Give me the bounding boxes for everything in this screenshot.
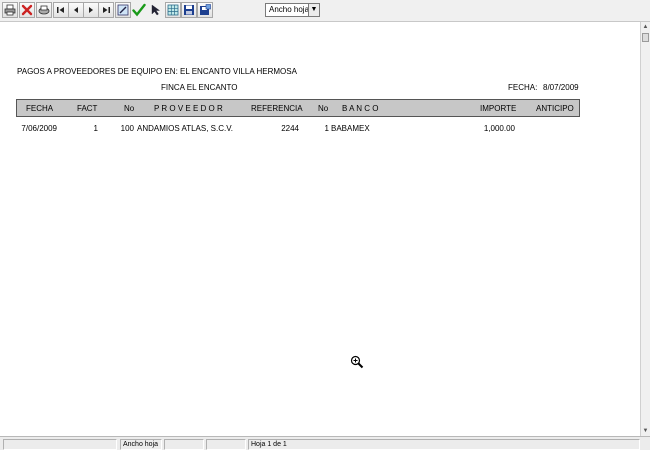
cell-proveedor: ANDAMIOS ATLAS, S.C.V. (137, 124, 234, 133)
status-zoom: Ancho hoja (120, 439, 162, 450)
column-header-importe: IMPORTE (480, 104, 517, 113)
scroll-up-icon[interactable]: ▲ (641, 22, 650, 32)
cell-banco: BABAMEX (331, 124, 370, 133)
printer-setup-icon[interactable] (36, 2, 52, 18)
status-panel-4 (206, 439, 246, 450)
fecha-label: FECHA: (508, 83, 538, 92)
zoom-select-value: Ancho hoja (269, 5, 310, 14)
column-header-referencia: REFERENCIA (251, 104, 303, 113)
zoom-select[interactable]: Ancho hoja ▼ (265, 3, 320, 17)
column-header-no: No (124, 104, 135, 113)
cell-fact: 1 (93, 124, 98, 133)
close-icon[interactable] (19, 2, 35, 18)
column-header-proveedor: P R O V E E D O R (154, 104, 223, 113)
first-page-icon[interactable] (53, 2, 69, 18)
fecha-value: 8/07/2009 (543, 83, 579, 92)
status-bar: Ancho hoja Hoja 1 de 1 (0, 436, 650, 450)
column-header-fact: FACT (77, 104, 98, 113)
grid-icon[interactable] (165, 2, 181, 18)
checkmark-icon[interactable] (131, 2, 147, 18)
status-panel-1 (3, 439, 117, 450)
vertical-scrollbar[interactable]: ▲ ▼ (640, 22, 650, 436)
report-subtitle: FINCA EL ENCANTO (161, 83, 238, 92)
last-page-icon[interactable] (98, 2, 114, 18)
column-header-fecha: FECHA (26, 104, 54, 113)
zoom-cursor-icon (350, 355, 364, 369)
previous-page-icon[interactable] (68, 2, 84, 18)
cell-referencia: 2244 (281, 124, 299, 133)
status-panel-3 (164, 439, 204, 450)
scroll-thumb[interactable] (642, 33, 649, 42)
report-title: PAGOS A PROVEEDORES DE EQUIPO EN: EL ENC… (17, 67, 297, 76)
scroll-down-icon[interactable]: ▼ (641, 426, 650, 436)
column-header-banco: B A N C O (342, 104, 379, 113)
table-header: FECHA FACT No P R O V E E D O R REFERENC… (16, 99, 580, 117)
toolbar: Ancho hoja ▼ (0, 0, 650, 22)
column-header-anticipo: ANTICIPO (536, 104, 574, 113)
cell-no: 100 (120, 124, 134, 133)
report-page: PAGOS A PROVEEDORES DE EQUIPO EN: EL ENC… (0, 22, 640, 436)
cell-importe: 1,000.00 (483, 124, 515, 133)
print-icon[interactable] (2, 2, 18, 18)
column-header-no2: No (318, 104, 329, 113)
cell-fecha: 7/06/2009 (21, 124, 57, 133)
edit-icon[interactable] (115, 2, 131, 18)
export-icon[interactable] (197, 2, 213, 18)
save-icon[interactable] (181, 2, 197, 18)
next-page-icon[interactable] (83, 2, 99, 18)
chevron-down-icon[interactable]: ▼ (308, 4, 319, 16)
status-page: Hoja 1 de 1 (248, 439, 640, 450)
pointer-icon[interactable] (148, 2, 164, 18)
cell-no2: 1 (324, 124, 329, 133)
